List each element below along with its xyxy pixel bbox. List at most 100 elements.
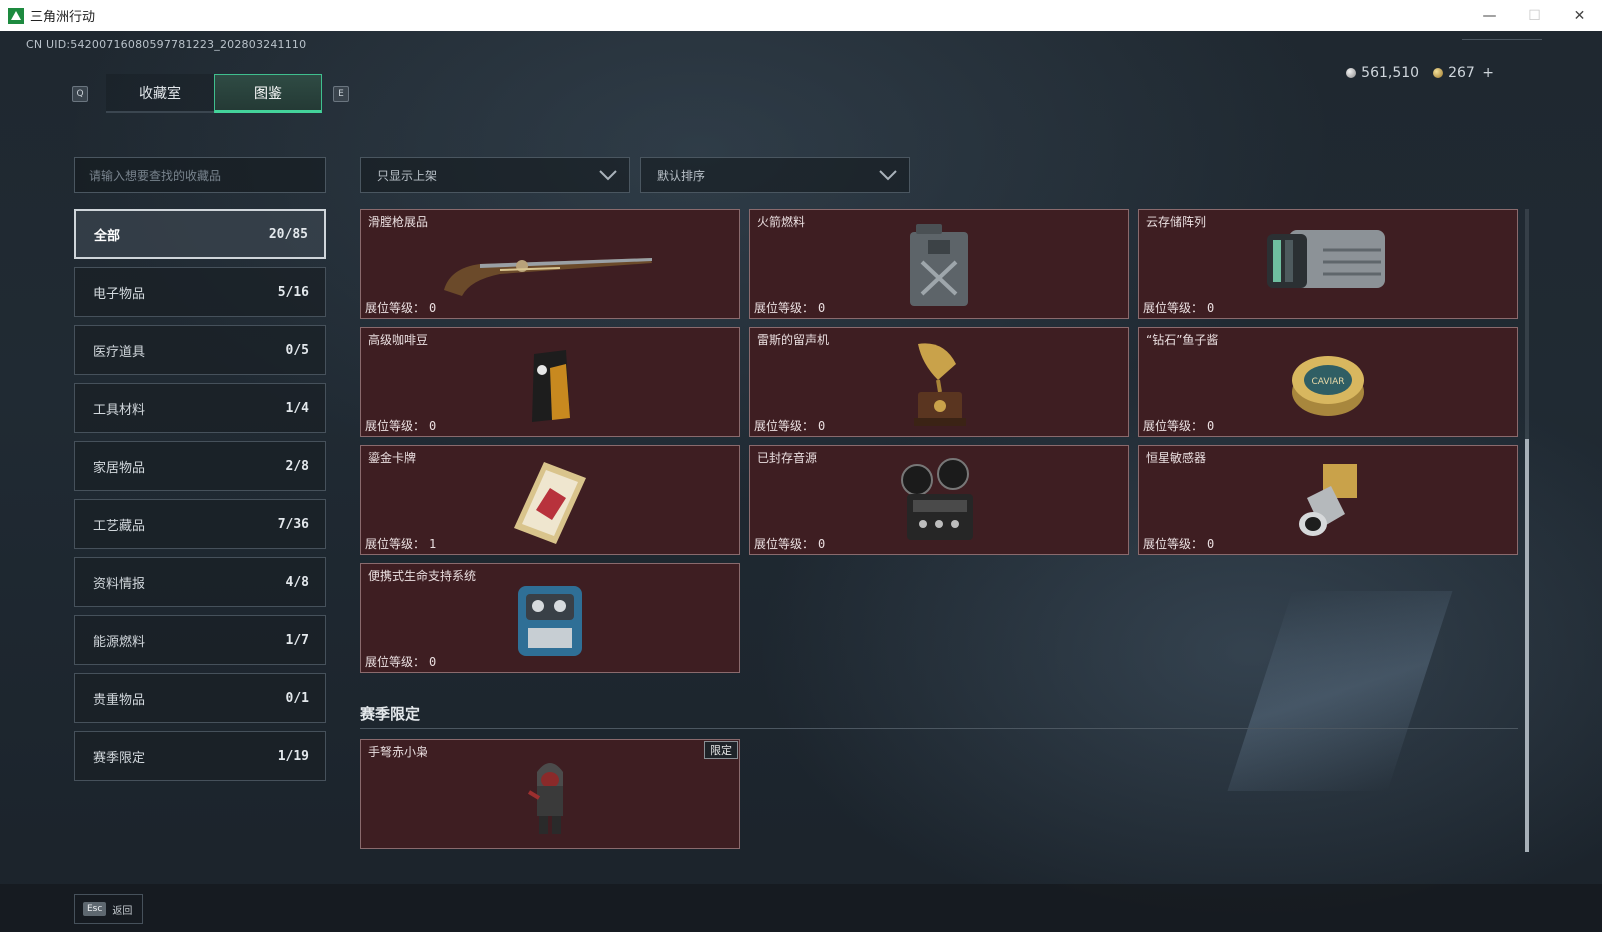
item-card[interactable]: 云存储阵列 展位等级： 0 [1138,209,1518,319]
item-level: 展位等级： 0 [365,655,437,669]
item-level: 展位等级： 0 [754,301,826,315]
item-name: 鎏金卡牌 [368,451,417,465]
item-name: 高级咖啡豆 [368,333,429,347]
category-count: 20/85 [268,226,308,242]
category-label: 资料情报 [93,576,146,592]
item-card[interactable]: 已封存音源 展位等级： 0 [749,445,1129,555]
caviar-label: CAVIAR [1311,377,1344,387]
category-all[interactable]: 全部 20/85 [74,209,326,259]
storage-array-icon [1267,230,1385,288]
currency-frame-decoration [1462,39,1542,47]
item-name: 便携式生命支持系统 [368,569,477,583]
category-energy[interactable]: 能源燃料 1/7 [74,615,326,665]
category-count: 0/1 [285,690,309,706]
item-list-scrollbar[interactable] [1525,209,1529,852]
item-card[interactable]: 便携式生命支持系统 展位等级： 0 [360,563,740,673]
close-button[interactable]: ✕ [1557,0,1602,31]
item-name: 滑膛枪展品 [368,215,429,229]
item-level: 展位等级： 0 [1143,419,1215,433]
category-season-limited[interactable]: 赛季限定 1/19 [74,731,326,781]
scrollbar-thumb[interactable] [1525,439,1529,852]
item-card[interactable]: 滑膛枪展品 展位等级： 0 [360,209,740,319]
category-valuables[interactable]: 贵重物品 0/1 [74,673,326,723]
user-uid: CN UID:54200716080597781223_202803241110 [26,38,307,51]
item-card[interactable]: 火箭燃料 展位等级： 0 [749,209,1129,319]
category-crafts[interactable]: 工艺藏品 7/36 [74,499,326,549]
item-card[interactable]: “钻石”鱼子酱 CAVIAR 展位等级： 0 [1138,327,1518,437]
next-tab-key-hint[interactable]: E [333,86,349,102]
chevron-down-icon [879,170,897,181]
app-main: CN UID:54200716080597781223_202803241110… [0,31,1602,932]
gold-coin-icon [1433,68,1444,78]
tab-catalog[interactable]: 图鉴 [214,74,322,113]
sort-dropdown[interactable]: 默认排序 [640,157,910,193]
tab-collection-room[interactable]: 收藏室 [106,74,214,113]
category-count: 0/5 [285,342,309,358]
prev-tab-key-hint[interactable]: Q [72,86,88,102]
musket-icon [444,258,652,296]
gold-amount: 267 [1448,65,1475,81]
item-level: 展位等级： 0 [365,301,437,315]
category-electronics[interactable]: 电子物品 5/16 [74,267,326,317]
item-card[interactable]: 恒星敏感器 展位等级： 0 [1138,445,1518,555]
category-label: 赛季限定 [93,750,146,766]
window-titlebar: 三角洲行动 — ☐ ✕ [0,0,1602,31]
minimize-button[interactable]: — [1467,0,1512,31]
add-gold-button[interactable]: + [1482,65,1494,81]
tape-recorder-icon [901,458,973,540]
category-label: 工具材料 [93,402,146,418]
display-filter-value: 只显示上架 [377,168,438,183]
item-level: 展位等级： 1 [365,537,437,551]
category-home[interactable]: 家居物品 2/8 [74,441,326,491]
esc-key-hint: Esc [83,902,107,916]
category-label: 医疗道具 [93,344,146,360]
category-count: 5/16 [277,284,309,300]
item-card[interactable]: 高级咖啡豆 展位等级： 0 [360,327,740,437]
currency-display: 561,510 267 + [1346,65,1494,81]
category-label: 电子物品 [93,286,146,302]
item-card[interactable]: 鎏金卡牌 展位等级： 1 [360,445,740,555]
item-level: 展位等级： 0 [1143,301,1215,315]
chevron-down-icon [599,170,617,181]
hooded-figure-icon [527,763,563,834]
category-count: 4/8 [285,574,309,590]
item-card[interactable]: 雷斯的留声机 展位等级： 0 [749,327,1129,437]
gramophone-icon [914,343,966,426]
back-label: 返回 [112,905,133,917]
item-level: 展位等级： 0 [754,537,826,551]
limited-badge: 限定 [704,741,738,759]
category-count: 1/4 [285,400,309,416]
gold-currency: 267 + [1433,65,1494,81]
window-title: 三角洲行动 [30,10,96,25]
category-count: 7/36 [277,516,309,532]
silver-coin-icon [1346,68,1357,78]
item-level: 展位等级： 0 [365,419,437,433]
category-label: 家居物品 [93,460,146,476]
category-intel[interactable]: 资料情报 4/8 [74,557,326,607]
item-name: 雷斯的留声机 [757,333,830,347]
category-label: 全部 [94,228,121,244]
category-medical[interactable]: 医疗道具 0/5 [74,325,326,375]
collection-search-input[interactable]: 请输入想要查找的收藏品 [74,157,326,193]
silver-currency: 561,510 [1346,65,1419,81]
item-name: 恒星敏感器 [1146,451,1207,465]
maximize-button[interactable]: ☐ [1512,0,1557,31]
category-list: 全部 20/85 电子物品 5/16 医疗道具 0/5 工具材料 1/4 家居物… [74,209,326,789]
back-button[interactable]: Esc 返回 [74,894,143,924]
category-count: 1/7 [285,632,309,648]
item-name: 云存储阵列 [1146,215,1207,229]
footer-bar: Esc 返回 [0,884,1602,932]
window-controls: — ☐ ✕ [1467,0,1602,31]
caviar-tin-icon: CAVIAR [1292,356,1364,416]
section-divider [360,728,1518,729]
category-tools[interactable]: 工具材料 1/4 [74,383,326,433]
item-name: “钻石”鱼子酱 [1146,333,1219,347]
category-count: 2/8 [285,458,309,474]
item-card[interactable]: 手弩赤小枭 限定 [360,739,740,849]
sort-value: 默认排序 [657,168,706,183]
app-logo-icon [8,7,24,24]
main-tabs: 收藏室 图鉴 [106,74,322,113]
item-name: 手弩赤小枭 [368,745,429,759]
display-filter-dropdown[interactable]: 只显示上架 [360,157,630,193]
category-label: 贵重物品 [93,692,146,708]
